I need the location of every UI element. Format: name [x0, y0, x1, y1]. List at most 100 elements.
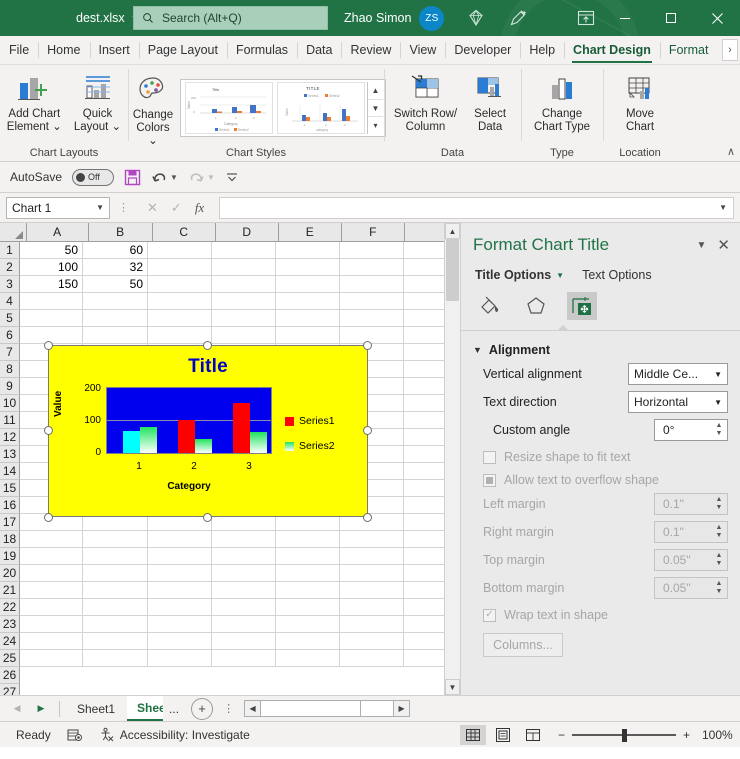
right-margin-spin-buttons[interactable]: ▲ ▼ [711, 522, 727, 542]
cell[interactable] [276, 310, 340, 327]
cell-d2[interactable] [212, 259, 276, 276]
cell-b3[interactable]: 50 [83, 276, 148, 293]
cell[interactable] [148, 531, 212, 548]
gallery-scroll-down-button[interactable]: ▼ [368, 100, 383, 118]
cell[interactable] [148, 616, 212, 633]
fill-line-icon[interactable] [475, 292, 505, 320]
cell-a1[interactable]: 50 [20, 242, 83, 259]
chart-style-thumbnail-2[interactable]: TITLE Series1 Series2 [277, 82, 365, 134]
spin-down-icon[interactable]: ▼ [716, 560, 723, 568]
cell-b1[interactable]: 60 [83, 242, 148, 259]
cell-d3[interactable] [212, 276, 276, 293]
cell[interactable] [148, 599, 212, 616]
cell[interactable] [276, 599, 340, 616]
cell-f2[interactable] [340, 259, 404, 276]
bottom-margin-stepper[interactable]: 0.05" ▲ ▼ [654, 577, 728, 599]
cell[interactable] [212, 582, 276, 599]
wrap-text-checkbox[interactable] [483, 609, 496, 622]
cell[interactable] [83, 582, 148, 599]
cell[interactable] [83, 616, 148, 633]
spin-down-icon[interactable]: ▼ [716, 504, 723, 512]
cell[interactable] [148, 293, 212, 310]
avatar[interactable]: ZS [419, 6, 444, 31]
zoom-thumb[interactable] [622, 729, 627, 742]
resize-shape-checkbox-row[interactable]: Resize shape to fit text [461, 441, 740, 464]
zoom-in-button[interactable]: + [683, 728, 690, 742]
accessibility-button[interactable]: Accessibility: Investigate [91, 727, 258, 742]
gallery-more-button[interactable]: ▾ [368, 117, 383, 134]
column-header-b[interactable]: B [89, 223, 153, 242]
zoom-level-label[interactable]: 100% [702, 728, 740, 742]
column-header-d[interactable]: D [216, 223, 279, 242]
autosave-toggle[interactable]: Off [72, 169, 114, 186]
bar-series1-cat3[interactable] [233, 403, 250, 453]
cell[interactable] [20, 582, 83, 599]
spin-up-icon[interactable]: ▲ [716, 580, 723, 588]
cell[interactable] [83, 565, 148, 582]
close-button[interactable] [694, 0, 740, 36]
cell[interactable] [148, 582, 212, 599]
tab-help[interactable]: Help [520, 36, 564, 64]
pane-tab-title-options[interactable]: Title Options ▼ [475, 268, 564, 282]
cell[interactable] [212, 565, 276, 582]
cell[interactable] [276, 616, 340, 633]
row-header[interactable]: 25 [0, 650, 20, 667]
cell-e2[interactable] [276, 259, 340, 276]
cell[interactable] [212, 633, 276, 650]
spin-down-icon[interactable]: ▼ [716, 430, 723, 438]
row-header[interactable]: 24 [0, 633, 20, 650]
cell[interactable] [340, 582, 404, 599]
left-margin-stepper[interactable]: 0.1" ▲ ▼ [654, 493, 728, 515]
save-button[interactable] [124, 169, 141, 186]
cell[interactable] [340, 599, 404, 616]
cell[interactable] [148, 310, 212, 327]
hscroll-track[interactable] [261, 700, 393, 717]
spin-up-icon[interactable]: ▲ [716, 422, 723, 430]
formula-bar-grip[interactable]: ⋮ [115, 201, 132, 214]
insert-function-button[interactable]: fx [195, 200, 204, 216]
row-header[interactable]: 14 [0, 463, 20, 480]
switch-row-column-button[interactable]: Switch Row/ Column [388, 69, 463, 134]
row-header[interactable]: 21 [0, 582, 20, 599]
tab-view[interactable]: View [400, 36, 445, 64]
chart-handle-top-right[interactable] [363, 341, 372, 350]
page-break-view-button[interactable] [520, 725, 546, 745]
text-direction-select[interactable]: Horizontal ▼ [628, 391, 728, 413]
legend-item-series2[interactable]: Series2 [285, 440, 335, 452]
account-area[interactable]: Zhao Simon ZS [344, 0, 444, 36]
cell[interactable] [20, 633, 83, 650]
tab-review[interactable]: Review [341, 36, 400, 64]
legend-item-series1[interactable]: Series1 [285, 415, 335, 427]
right-margin-stepper[interactable]: 0.1" ▲ ▼ [654, 521, 728, 543]
bar-series2-cat1[interactable] [140, 427, 157, 453]
expand-formula-bar-button[interactable]: ▼ [719, 203, 727, 212]
quick-layout-button[interactable]: Quick Layout ⌄ [68, 69, 127, 134]
row-header[interactable]: 27 [0, 684, 20, 695]
row-header[interactable]: 20 [0, 565, 20, 582]
chart-title[interactable]: Title [49, 356, 367, 378]
column-header-e[interactable]: E [279, 223, 342, 242]
cell[interactable] [276, 531, 340, 548]
hscroll-thumb[interactable] [261, 701, 361, 716]
row-header[interactable]: 7 [0, 344, 20, 361]
chart-handle-top-center[interactable] [203, 341, 212, 350]
row-header[interactable]: 18 [0, 531, 20, 548]
column-header-c[interactable]: C [153, 223, 216, 242]
cell[interactable] [83, 650, 148, 667]
cell[interactable] [20, 650, 83, 667]
chart-handle-bottom-center[interactable] [203, 513, 212, 522]
cell-c3[interactable] [148, 276, 212, 293]
cell[interactable] [148, 548, 212, 565]
resize-shape-checkbox[interactable] [483, 451, 496, 464]
cell-b2[interactable]: 32 [83, 259, 148, 276]
top-margin-spin-buttons[interactable]: ▲ ▼ [711, 550, 727, 570]
row-header[interactable]: 1 [0, 242, 20, 259]
row-header[interactable]: 12 [0, 429, 20, 446]
chart-plot-area[interactable] [106, 387, 272, 454]
allow-overflow-checkbox-row[interactable]: Allow text to overflow shape [461, 464, 740, 487]
cell[interactable] [83, 531, 148, 548]
change-colors-button[interactable]: Change Colors ⌄ [126, 70, 180, 148]
search-box[interactable] [133, 6, 328, 30]
zoom-out-button[interactable]: − [558, 728, 565, 742]
cell[interactable] [212, 616, 276, 633]
